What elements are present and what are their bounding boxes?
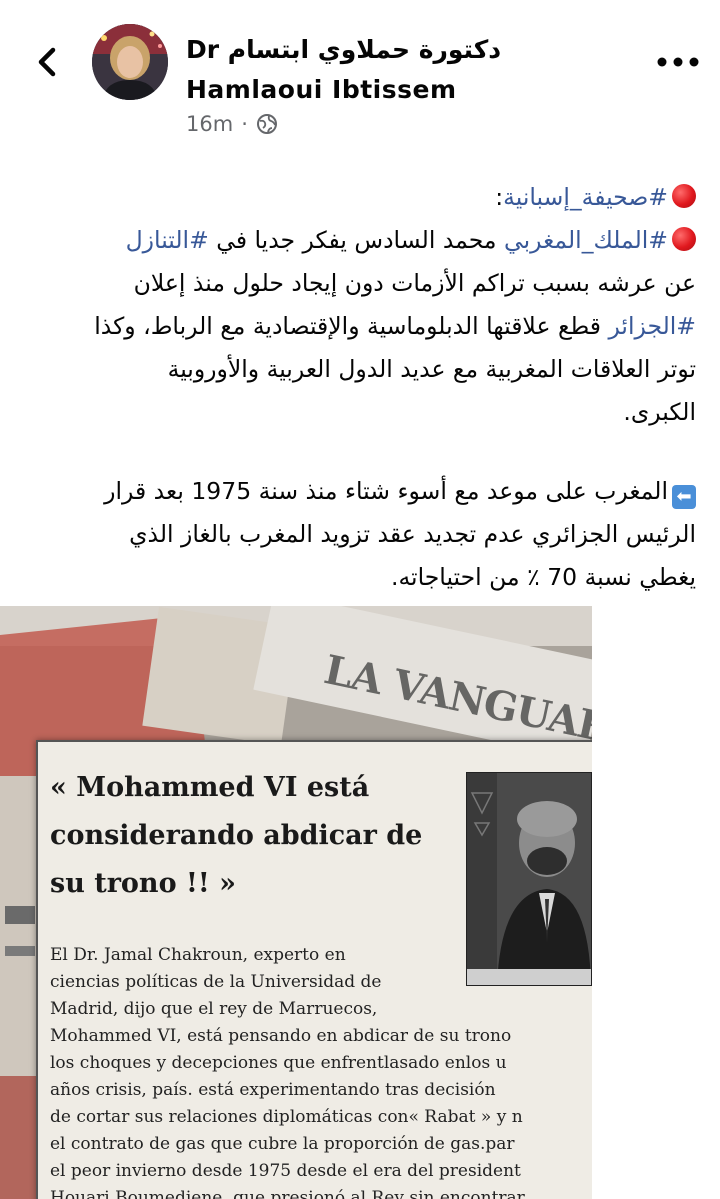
more-horizontal-icon [657,57,699,67]
post-line-2: #الملك_المغربي محمد السادس يفكر جديا في … [24,219,696,262]
post-line-7: ⬅المغرب على موعد مع أسوء شتاء منذ سنة 19… [24,470,696,513]
post-line-9: يغطي نسبة 70 ٪ من احتياجاته. [390,563,696,591]
author-name[interactable]: Dr دكتورة حملاوي ابتسام Hamlaoui Ibtisse… [186,30,626,110]
post-line-8: الرئيس الجزائري عدم تجديد عقد تزويد المغ… [129,520,696,548]
avatar[interactable] [92,24,168,100]
post-line-3: عن عرشه بسبب تراكم الأزمات دون إيجاد حلو… [133,269,696,297]
hashtag-link[interactable]: #الجزائر [608,312,696,340]
left-arrow-icon: ⬅ [672,485,696,509]
post-text: #صحيفة_إسبانية: #الملك_المغربي محمد السا… [24,176,696,599]
red-circle-icon [672,184,696,208]
post-header: Dr دكتورة حملاوي ابتسام Hamlaoui Ibtisse… [0,0,720,160]
back-button[interactable] [28,42,68,82]
author-name-line1: Dr دكتورة حملاوي ابتسام [186,35,502,64]
hashtag-link[interactable]: #الملك_المغربي [504,226,668,254]
clipping-body: El Dr. Jamal Chakroun, experto en cienci… [50,945,525,1199]
post-line-5: توتر العلاقات المغربية مع عديد الدول الع… [167,355,696,383]
post-line-1: #صحيفة_إسبانية: [24,176,696,219]
post-image[interactable]: LA VANGUARDIA « Mohammed VI está conside… [0,606,592,1199]
post-line-6: الكبرى. [623,398,696,426]
hashtag-link[interactable]: #صحيفة_إسبانية [503,183,668,211]
author-name-line2: Hamlaoui Ibtissem [186,75,457,104]
hashtag-link[interactable]: #التنازل [126,226,209,254]
chevron-left-icon [38,47,56,77]
post-time[interactable]: 16m [186,112,233,136]
red-circle-icon [672,227,696,251]
post-line-4: #الجزائر قطع علاقتها الدبلوماسية والإقتص… [94,312,696,340]
clipping-title: « Mohammed VI está considerando abdicar … [50,772,423,899]
newspaper-clipping: « Mohammed VI está considerando abdicar … [36,740,592,1199]
meta-separator: · [241,112,248,136]
more-options-button[interactable] [652,52,704,72]
post-meta: 16m · [186,112,278,136]
avatar-photo [92,24,168,100]
globe-icon[interactable] [256,113,278,135]
